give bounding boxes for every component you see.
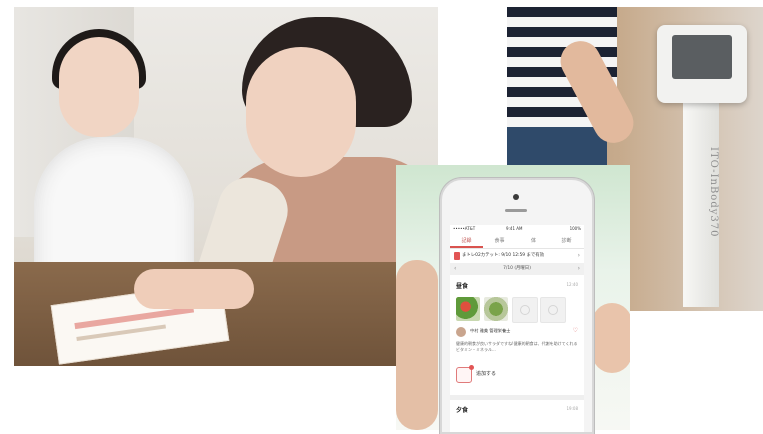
section-divider — [450, 395, 584, 400]
advisor-comment: 中村 雅美 管理栄養士 ♡ 健康的朝食が良いサラダですね!健康的朝食は、代謝を助… — [456, 327, 578, 357]
chevron-right-icon: › — [577, 252, 580, 259]
status-bar: •••••AT&T 9:41 AM 100% — [450, 225, 584, 233]
chevron-right-icon[interactable]: › — [578, 263, 580, 275]
meal-photo-empty-1[interactable] — [512, 297, 538, 323]
tab-meal[interactable]: 食事 — [483, 234, 516, 248]
ticket-text: まトレ02カテット: 9/10 12:59 まで有効 — [462, 253, 545, 258]
camera-icon — [513, 194, 519, 200]
thumb — [396, 260, 438, 430]
nurse-face — [59, 37, 139, 137]
meal-photo-2[interactable] — [484, 297, 508, 321]
scale-brand-label: ITO-InBody370 — [708, 147, 719, 238]
app-screen: •••••AT&T 9:41 AM 100% 記録 食事 体 診断 まトレ02カ… — [450, 225, 584, 432]
clock-text: 9:41 AM — [506, 226, 523, 231]
smartphone: •••••AT&T 9:41 AM 100% 記録 食事 体 診断 まトレ02カ… — [440, 178, 594, 434]
meal-photo-1[interactable] — [456, 297, 480, 321]
hands — [134, 269, 254, 309]
carrier-text: •••••AT&T — [453, 226, 476, 231]
comment-body: 健康的朝食が良いサラダですね!健康的朝食は、代謝を助けてくれるビタミン・ミネラル… — [456, 341, 578, 352]
ticket-icon — [454, 252, 460, 260]
date-label: 7/10 (月曜日) — [503, 266, 531, 271]
tab-diagnosis[interactable]: 診断 — [550, 234, 583, 248]
meal-time-lunch: 12:40 — [566, 282, 578, 287]
consultation-photo — [14, 7, 438, 366]
avatar — [456, 327, 466, 337]
tab-body[interactable]: 体 — [517, 234, 550, 248]
meal-photo-empty-2[interactable] — [540, 297, 566, 323]
battery-text: 100% — [569, 226, 581, 231]
speaker-grille — [505, 209, 527, 212]
meal-time-dinner: 19:08 — [566, 406, 578, 411]
tab-record[interactable]: 記録 — [450, 234, 483, 248]
tab-bar: 記録 食事 体 診断 — [450, 234, 584, 249]
date-navigator: ‹ 7/10 (月曜日) › — [450, 263, 584, 275]
ticket-banner[interactable]: まトレ02カテット: 9/10 12:59 まで有効 › — [450, 250, 584, 262]
add-label: 追加する — [476, 371, 497, 377]
advisor-name: 中村 雅美 管理栄養士 — [470, 328, 511, 333]
heart-icon[interactable]: ♡ — [573, 327, 578, 334]
chevron-left-icon[interactable]: ‹ — [454, 263, 456, 275]
meal-title-dinner: 夕食 — [456, 407, 469, 414]
add-photo-icon — [456, 365, 474, 383]
woman-face — [246, 47, 356, 177]
finger — [592, 303, 630, 373]
meal-title-lunch: 昼食 — [456, 283, 469, 290]
add-meal-row[interactable]: 追加する — [456, 365, 578, 385]
scale-screen — [672, 35, 732, 79]
